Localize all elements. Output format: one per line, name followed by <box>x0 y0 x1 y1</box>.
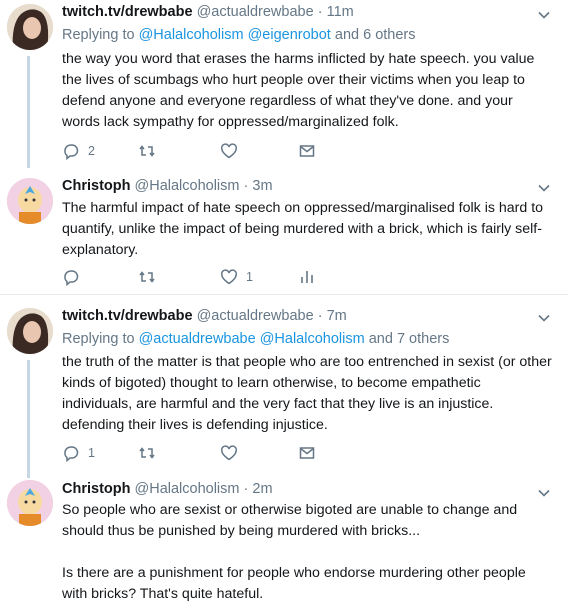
tweet[interactable]: twitch.tv/drewbabe @actualdrewbabe · 7m … <box>0 300 568 478</box>
avatar-christoph[interactable] <box>7 178 53 224</box>
reply-count: 2 <box>88 144 95 158</box>
reply-icon <box>64 446 79 462</box>
tweet[interactable]: Christoph @Halalcoholism · 2m So people … <box>0 478 568 608</box>
replying-others[interactable]: and 7 others <box>369 331 450 347</box>
avatar-drewbabe[interactable] <box>7 308 53 354</box>
tweet-text: the way you word that erases the harms i… <box>62 51 539 130</box>
handle[interactable]: @Halalcoholism <box>135 178 240 194</box>
separator-dot: · <box>243 481 249 497</box>
tweet[interactable]: Christoph @Halalcoholism · 3m The harmfu… <box>0 168 568 290</box>
display-name[interactable]: Christoph <box>62 481 130 497</box>
analytics-button[interactable] <box>298 267 316 287</box>
retweet-icon <box>139 271 155 283</box>
chevron-down-icon[interactable] <box>537 486 551 500</box>
retweet-icon <box>139 145 155 157</box>
retweet-icon <box>139 447 155 459</box>
reply-count: 1 <box>88 446 95 460</box>
reply-button[interactable]: 2 <box>62 141 95 161</box>
replying-label: Replying to <box>62 27 135 43</box>
handle[interactable]: @actualdrewbabe <box>197 308 314 324</box>
chevron-down-icon[interactable] <box>537 8 551 22</box>
tweet-text: The harmful impact of hate speech on opp… <box>62 200 548 258</box>
analytics-icon <box>301 271 313 283</box>
replying-others[interactable]: and 6 others <box>335 27 416 43</box>
chevron-down-icon[interactable] <box>537 311 551 325</box>
display-name[interactable]: twitch.tv/drewbabe <box>62 308 193 324</box>
display-name[interactable]: twitch.tv/drewbabe <box>62 4 193 20</box>
tweet-text: the truth of the matter is that people w… <box>62 354 556 433</box>
chevron-down-icon[interactable] <box>537 181 551 195</box>
message-icon <box>299 145 315 157</box>
tweet-text: So people who are sexist or otherwise bi… <box>62 502 526 602</box>
timestamp[interactable]: 3m <box>252 178 272 194</box>
like-button[interactable]: 1 <box>220 267 253 287</box>
avatar-christoph[interactable] <box>7 480 53 526</box>
handle[interactable]: @actualdrewbabe <box>197 4 314 20</box>
reply-icon <box>64 270 79 286</box>
avatar-drewbabe[interactable] <box>7 4 53 50</box>
timestamp[interactable]: 2m <box>252 481 272 497</box>
separator-dot: · <box>317 308 323 324</box>
like-button[interactable] <box>220 141 246 161</box>
retweet-button[interactable] <box>138 141 164 161</box>
replying-users-link[interactable]: @actualdrewbabe @Halalcoholism <box>139 331 365 347</box>
reply-button[interactable] <box>62 267 88 287</box>
retweet-button[interactable] <box>138 443 164 463</box>
like-icon <box>221 269 237 285</box>
message-icon <box>299 447 315 459</box>
like-icon <box>221 143 237 159</box>
reply-icon <box>64 144 79 160</box>
tweet[interactable]: twitch.tv/drewbabe @actualdrewbabe · 11m… <box>0 0 568 168</box>
replying-label: Replying to <box>62 331 135 347</box>
retweet-button[interactable] <box>138 267 164 287</box>
replying-users-link[interactable]: @Halalcoholism @eigenrobot <box>139 27 331 43</box>
like-icon <box>221 445 237 461</box>
like-button[interactable] <box>220 443 246 463</box>
divider <box>0 294 568 295</box>
timestamp[interactable]: 11m <box>327 4 354 20</box>
separator-dot: · <box>317 4 323 20</box>
timestamp[interactable]: 7m <box>327 308 347 324</box>
separator-dot: · <box>243 178 249 194</box>
reply-button[interactable]: 1 <box>62 443 95 463</box>
display-name[interactable]: Christoph <box>62 178 130 194</box>
direct-message-button[interactable] <box>298 141 316 161</box>
like-count: 1 <box>246 270 253 284</box>
handle[interactable]: @Halalcoholism <box>135 481 240 497</box>
direct-message-button[interactable] <box>298 443 316 463</box>
